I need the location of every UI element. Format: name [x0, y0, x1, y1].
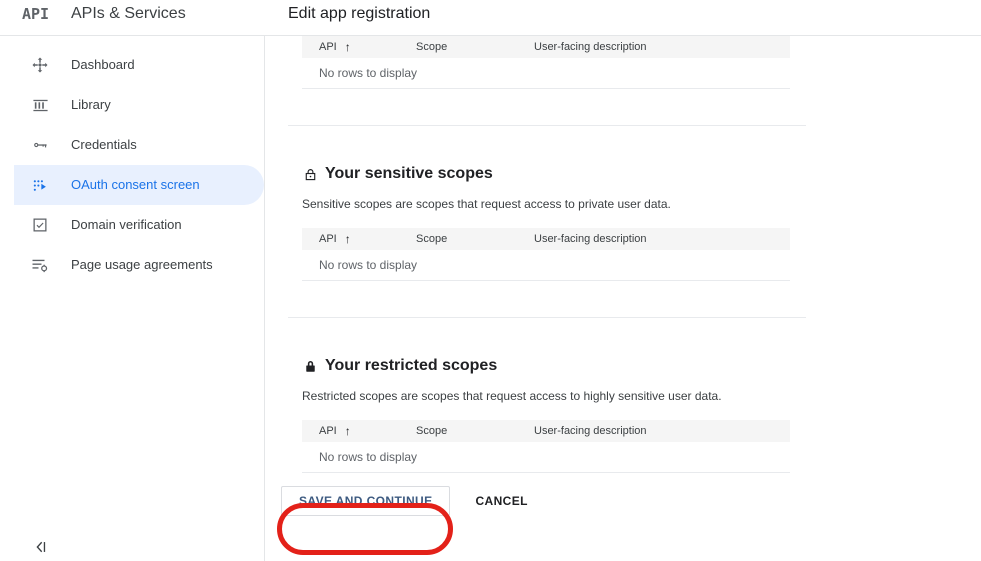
page-usage-agreements-icon — [28, 253, 52, 277]
sidebar-item-label: Domain verification — [71, 217, 182, 232]
restricted-scopes-heading: Your restricted scopes — [302, 355, 981, 377]
sidebar-item-credentials[interactable]: Credentials — [14, 125, 264, 165]
empty-state-text: No rows to display — [319, 258, 418, 272]
sidebar-item-dashboard[interactable]: Dashboard — [14, 45, 264, 85]
section-divider — [288, 317, 806, 318]
sidebar-item-label: Page usage agreements — [71, 257, 213, 272]
sidebar-item-label: Dashboard — [71, 57, 135, 72]
api-logo: API — [22, 5, 50, 23]
section-divider — [288, 125, 806, 126]
column-header-description[interactable]: User-facing description — [534, 232, 647, 246]
scopes-form: API ↑ Scope User-facing description No ro… — [266, 36, 981, 516]
section-non-sensitive-scopes: API ↑ Scope User-facing description No ro… — [266, 36, 981, 89]
app-header: API APIs & Services Edit app registratio… — [0, 0, 981, 36]
sidebar-item-domain-verification[interactable]: Domain verification — [14, 205, 264, 245]
scope-table: API ↑ Scope User-facing description No ro… — [302, 420, 790, 473]
library-icon — [28, 93, 52, 117]
key-icon — [28, 133, 52, 157]
scope-table: API ↑ Scope User-facing description No ro… — [302, 36, 790, 89]
section-restricted-scopes: Your restricted scopes Restricted scopes… — [266, 355, 981, 473]
page-title: Edit app registration — [288, 5, 431, 22]
oauth-consent-icon — [28, 173, 52, 197]
table-empty-row: No rows to display — [302, 442, 790, 473]
sidebar-item-label: Credentials — [71, 137, 137, 152]
column-header-scope[interactable]: Scope — [416, 424, 447, 438]
empty-state-text: No rows to display — [319, 66, 418, 80]
chevron-left-panel-icon — [36, 541, 46, 553]
form-actions: SAVE AND CONTINUE CANCEL — [281, 486, 981, 516]
sidebar-nav-list: Dashboard Library Credentials OAuth cons… — [0, 45, 264, 285]
table-header-row: API ↑ Scope User-facing description — [302, 228, 790, 250]
sort-ascending-icon: ↑ — [344, 232, 351, 246]
sidebar: Dashboard Library Credentials OAuth cons… — [0, 36, 265, 561]
sidebar-item-label: Library — [71, 97, 111, 112]
sidebar-item-page-usage-agreements[interactable]: Page usage agreements — [14, 245, 264, 285]
column-header-description[interactable]: User-facing description — [534, 40, 647, 54]
column-header-scope[interactable]: Scope — [416, 232, 447, 246]
section-title-text: Your restricted scopes — [325, 357, 498, 374]
save-and-continue-button[interactable]: SAVE AND CONTINUE — [281, 486, 451, 516]
product-title: APIs & Services — [71, 5, 186, 22]
column-header-description[interactable]: User-facing description — [534, 424, 647, 438]
column-header-api[interactable]: API ↑ — [319, 424, 351, 438]
table-header-row: API ↑ Scope User-facing description — [302, 36, 790, 58]
section-sensitive-scopes: Your sensitive scopes Sensitive scopes a… — [266, 163, 981, 281]
sidebar-item-oauth-consent-screen[interactable]: OAuth consent screen — [14, 165, 264, 205]
column-header-scope[interactable]: Scope — [416, 40, 447, 54]
table-empty-row: No rows to display — [302, 250, 790, 281]
restricted-scopes-description: Restricted scopes are scopes that reques… — [302, 389, 722, 403]
table-empty-row: No rows to display — [302, 58, 790, 89]
lock-filled-icon — [302, 357, 318, 375]
main-content: API ↑ Scope User-facing description No ro… — [266, 36, 981, 561]
scope-table: API ↑ Scope User-facing description No ro… — [302, 228, 790, 281]
column-header-api[interactable]: API ↑ — [319, 40, 351, 54]
sidebar-collapse-button[interactable] — [28, 534, 54, 560]
dashboard-icon — [28, 53, 52, 77]
table-header-row: API ↑ Scope User-facing description — [302, 420, 790, 442]
section-title-text: Your sensitive scopes — [325, 165, 493, 182]
sidebar-item-label: OAuth consent screen — [71, 177, 200, 192]
sidebar-item-library[interactable]: Library — [14, 85, 264, 125]
column-header-api[interactable]: API ↑ — [319, 232, 351, 246]
empty-state-text: No rows to display — [319, 450, 418, 464]
verified-checkbox-icon — [28, 213, 52, 237]
cancel-button[interactable]: CANCEL — [466, 486, 536, 516]
lock-outline-icon — [302, 165, 318, 183]
sensitive-scopes-description: Sensitive scopes are scopes that request… — [302, 197, 671, 211]
sort-ascending-icon: ↑ — [344, 424, 351, 438]
sort-ascending-icon: ↑ — [344, 40, 351, 54]
sensitive-scopes-heading: Your sensitive scopes — [302, 163, 981, 185]
